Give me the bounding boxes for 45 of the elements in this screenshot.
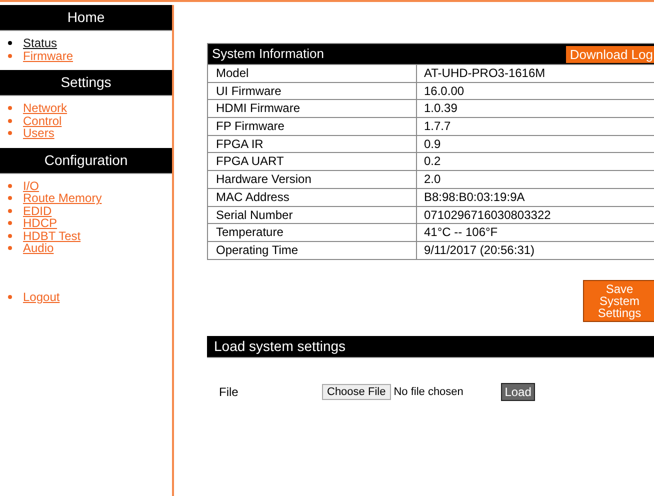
table-title: System Information bbox=[212, 45, 324, 63]
nav-link[interactable]: Firmware bbox=[23, 50, 73, 62]
section-header: Home bbox=[0, 5, 172, 31]
table-cell-text: 9/11/2017 (20:56:31) bbox=[423, 242, 536, 259]
table-cell: FPGA UART bbox=[208, 153, 417, 170]
table-cell: FPGA IR bbox=[208, 136, 417, 152]
table-cell-text: 41°C -- 106°F bbox=[423, 224, 499, 241]
table-cell: Temperature bbox=[208, 224, 417, 241]
table-cell-text: 16.0.00 bbox=[423, 82, 466, 100]
table-cell: MAC Address bbox=[208, 188, 417, 206]
table-cell: Operating Time bbox=[208, 242, 417, 259]
nav-link[interactable]: Network bbox=[23, 102, 68, 114]
table-cell: FP Firmware bbox=[208, 118, 417, 135]
download-log-button[interactable]: Download Log bbox=[566, 46, 654, 62]
table-cell: Serial Number bbox=[208, 206, 417, 224]
field-label: File bbox=[219, 384, 240, 399]
nav-link[interactable]: EDID bbox=[23, 204, 52, 217]
table-cell: UI Firmware bbox=[208, 82, 417, 100]
table-cell: Hardware Version bbox=[208, 171, 417, 188]
save-settings-button[interactable]: Save System Settings bbox=[583, 280, 654, 322]
table-cell-text: 1.7.7 bbox=[423, 118, 452, 135]
table-cell-text: 0.9 bbox=[423, 136, 442, 152]
nav-link[interactable]: Users bbox=[23, 127, 54, 140]
logout-link[interactable]: Logout bbox=[23, 290, 60, 303]
table-cell: HDMI Firmware bbox=[208, 100, 417, 118]
table-cell-text: 0710296716030803322 bbox=[423, 206, 552, 224]
file-status: No file chosen bbox=[394, 386, 464, 398]
table-cell-text: 1.0.39 bbox=[423, 100, 458, 118]
section-header: Settings bbox=[0, 70, 172, 96]
load-button[interactable]: Load bbox=[500, 382, 536, 401]
nav-link[interactable]: HDCP bbox=[23, 217, 58, 230]
table-cell-text: AT-UHD-PRO3-1616M bbox=[423, 65, 546, 82]
section-header: Configuration bbox=[0, 148, 172, 174]
table-cell-text: 0.2 bbox=[423, 153, 442, 170]
nav-link[interactable]: Status bbox=[23, 37, 58, 50]
nav-link[interactable]: I/O bbox=[23, 180, 40, 192]
nav-link[interactable]: Control bbox=[23, 114, 62, 127]
choose-file-button[interactable]: Choose File bbox=[322, 384, 391, 400]
table-cell: Model bbox=[208, 65, 417, 82]
nav-link[interactable]: HDBT Test bbox=[23, 230, 81, 242]
table-cell-text: 2.0 bbox=[423, 171, 442, 188]
table-cell-text: B8:98:B0:03:19:9A bbox=[423, 188, 526, 206]
nav-link[interactable]: Audio bbox=[23, 242, 54, 254]
section-header: Load system settings bbox=[207, 336, 654, 358]
nav-link[interactable]: Route Memory bbox=[23, 192, 102, 204]
